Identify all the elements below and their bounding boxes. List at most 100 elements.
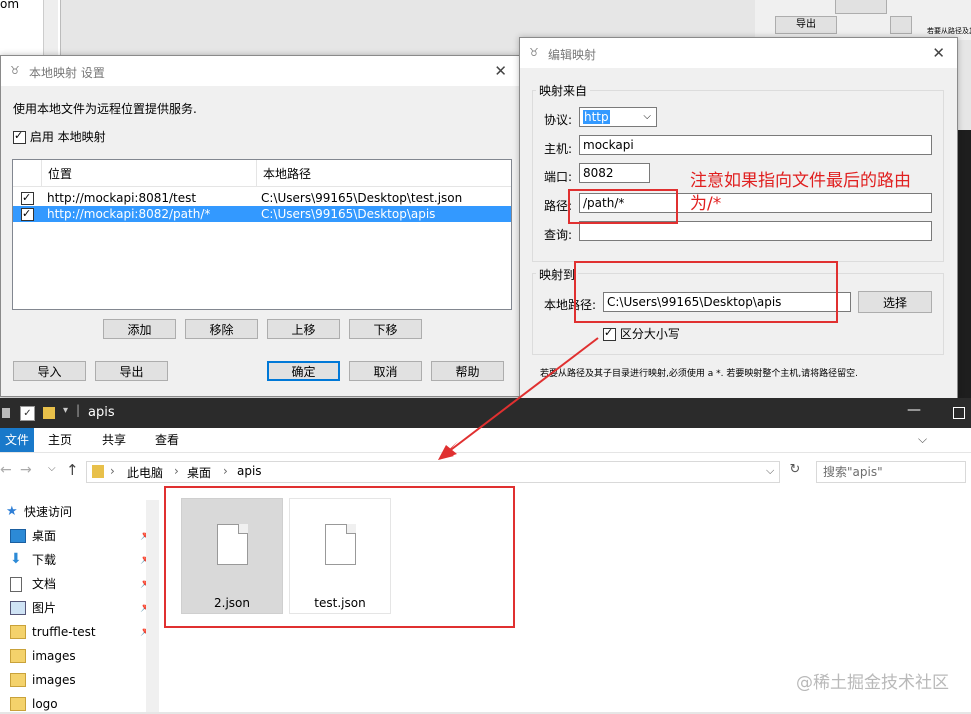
background-window-left: om <box>0 0 61 60</box>
back-icon[interactable]: ← <box>0 462 12 478</box>
annotation-arrow <box>438 337 599 460</box>
host-input[interactable]: mockapi <box>579 135 932 155</box>
background-window-right: 导出 若要从路径及其 <box>755 0 971 40</box>
chevron-down-icon[interactable]: ⌵ <box>766 464 774 478</box>
breadcrumb-item[interactable]: 桌面 <box>187 464 211 481</box>
properties-icon[interactable]: ✓ <box>20 406 35 421</box>
nav-item-downloads[interactable]: ⬇ 下载 📌 <box>10 550 152 570</box>
move-up-button[interactable]: 上移 <box>267 319 340 339</box>
nav-label: 快速访问 <box>24 505 73 519</box>
move-down-button[interactable]: 下移 <box>349 319 422 339</box>
annotation-note-line2: 为/* <box>690 194 722 214</box>
folder-icon <box>10 649 26 663</box>
nav-label: 图片 <box>32 601 57 615</box>
folder-icon <box>10 697 26 711</box>
nav-label: 下载 <box>32 553 57 567</box>
enable-local-mapping-checkbox[interactable]: 启用 本地映射 <box>13 128 106 145</box>
export-button[interactable]: 导出 <box>95 361 168 381</box>
navigation-pane: ★ 快速访问 桌面 📌 ⬇ 下载 📌 文档 📌 图片 📌 truffle-tes… <box>0 492 160 712</box>
ok-button[interactable]: 确定 <box>267 361 340 381</box>
protocol-select[interactable]: http ⌵ <box>579 107 657 127</box>
maximize-icon[interactable] <box>953 407 965 419</box>
nav-label: logo <box>32 697 58 711</box>
header-local-path[interactable]: 本地路径 <box>257 160 511 186</box>
download-icon: ⬇ <box>10 551 22 567</box>
table-row[interactable]: http://mockapi:8081/test C:\Users\99165\… <box>13 190 511 206</box>
nav-item-truffle-test[interactable]: truffle-test 📌 <box>10 622 152 642</box>
table-row-selected[interactable]: http://mockapi:8082/path/* C:\Users\9916… <box>13 206 511 222</box>
checkbox-icon[interactable] <box>13 129 26 144</box>
tab-file[interactable]: 文件 <box>0 428 34 452</box>
nav-item-quick-access[interactable]: ★ 快速访问 <box>6 502 146 522</box>
tab-home[interactable]: 主页 <box>48 428 72 452</box>
annotation-note-line1: 注意如果指向文件最后的路由 <box>690 171 911 191</box>
breadcrumb-item[interactable]: apis <box>237 464 262 478</box>
nav-item-documents[interactable]: 文档 📌 <box>10 574 152 594</box>
nav-item-images[interactable]: images <box>10 670 150 690</box>
close-icon[interactable]: ✕ <box>932 44 945 62</box>
row-location: http://mockapi:8081/test <box>47 191 197 205</box>
chevron-down-icon[interactable]: ⌵ <box>643 108 651 126</box>
refresh-icon[interactable]: ↻ <box>786 462 804 480</box>
close-icon[interactable]: ✕ <box>494 62 507 80</box>
background-button-small[interactable] <box>890 16 912 34</box>
list-header: 位置 本地路径 <box>13 160 511 187</box>
port-label: 端口: <box>544 170 573 184</box>
query-input[interactable] <box>579 221 932 241</box>
nav-scrollbar[interactable] <box>146 500 159 712</box>
edit-mapping-title: 编辑映射 <box>548 48 597 62</box>
background-export-button[interactable]: 导出 <box>775 16 837 34</box>
nav-label: 文档 <box>32 577 57 591</box>
tab-view[interactable]: 查看 <box>155 428 179 452</box>
up-icon[interactable]: ↑ <box>66 461 79 479</box>
star-icon: ★ <box>6 504 18 519</box>
search-input[interactable]: 搜索"apis" <box>816 461 966 483</box>
forward-icon[interactable]: → <box>20 462 32 478</box>
annotation-box-local-path <box>574 261 838 323</box>
choose-button[interactable]: 选择 <box>858 291 932 313</box>
background-scrollbar[interactable] <box>43 0 58 58</box>
chevron-down-icon[interactable]: ⌵ <box>918 432 927 447</box>
case-sensitive-checkbox[interactable]: 区分大小写 <box>603 325 680 342</box>
nav-label: images <box>32 649 76 663</box>
map-from-label: 映射来自 <box>536 82 591 99</box>
local-mapping-title: 本地映射 设置 <box>29 66 105 80</box>
header-location[interactable]: 位置 <box>42 160 257 186</box>
row-local-path: C:\Users\99165\Desktop\apis <box>261 207 436 221</box>
nav-label: 桌面 <box>32 529 57 543</box>
chevron-down-icon[interactable]: ▾ <box>63 405 68 416</box>
app-icon: ♉ <box>10 64 20 77</box>
minimize-icon[interactable]: — <box>907 402 921 418</box>
nav-item-desktop[interactable]: 桌面 📌 <box>10 526 152 546</box>
local-mapping-titlebar: ♉ 本地映射 设置 ✕ <box>1 56 519 86</box>
cancel-button[interactable]: 取消 <box>349 361 422 381</box>
desktop-icon <box>10 529 26 543</box>
nav-item-logo[interactable]: logo <box>10 694 150 714</box>
background-button[interactable] <box>835 0 887 14</box>
remove-button[interactable]: 移除 <box>185 319 258 339</box>
row-checkbox[interactable] <box>21 190 34 206</box>
folder-icon <box>10 673 26 687</box>
recent-locations-icon[interactable]: ⌵ <box>48 463 56 474</box>
background-text: om <box>0 0 20 11</box>
row-local-path: C:\Users\99165\Desktop\test.json <box>261 191 463 205</box>
breadcrumb-item[interactable]: 此电脑 <box>127 464 163 481</box>
nav-item-pictures[interactable]: 图片 📌 <box>10 598 152 618</box>
nav-label: images <box>32 673 76 687</box>
port-input[interactable]: 8082 <box>579 163 650 183</box>
add-button[interactable]: 添加 <box>103 319 176 339</box>
quick-access-toolbar-icon[interactable] <box>2 408 10 418</box>
import-button[interactable]: 导入 <box>13 361 86 381</box>
row-checkbox[interactable] <box>21 206 34 222</box>
edit-mapping-titlebar: ♉ 编辑映射 ✕ <box>520 38 957 68</box>
annotation-note: 注意如果指向文件最后的路由 为/* <box>690 170 911 216</box>
mapping-list[interactable]: 位置 本地路径 http://mockapi:8081/test C:\User… <box>12 159 512 310</box>
enable-label: 启用 本地映射 <box>29 130 106 144</box>
explorer-title: apis <box>88 405 115 420</box>
tab-share[interactable]: 共享 <box>102 428 126 452</box>
folder-icon[interactable] <box>43 407 55 419</box>
app-icon: ♉ <box>529 46 539 59</box>
nav-item-images[interactable]: images <box>10 646 150 666</box>
protocol-value: http <box>583 110 610 124</box>
folder-icon <box>92 465 104 478</box>
